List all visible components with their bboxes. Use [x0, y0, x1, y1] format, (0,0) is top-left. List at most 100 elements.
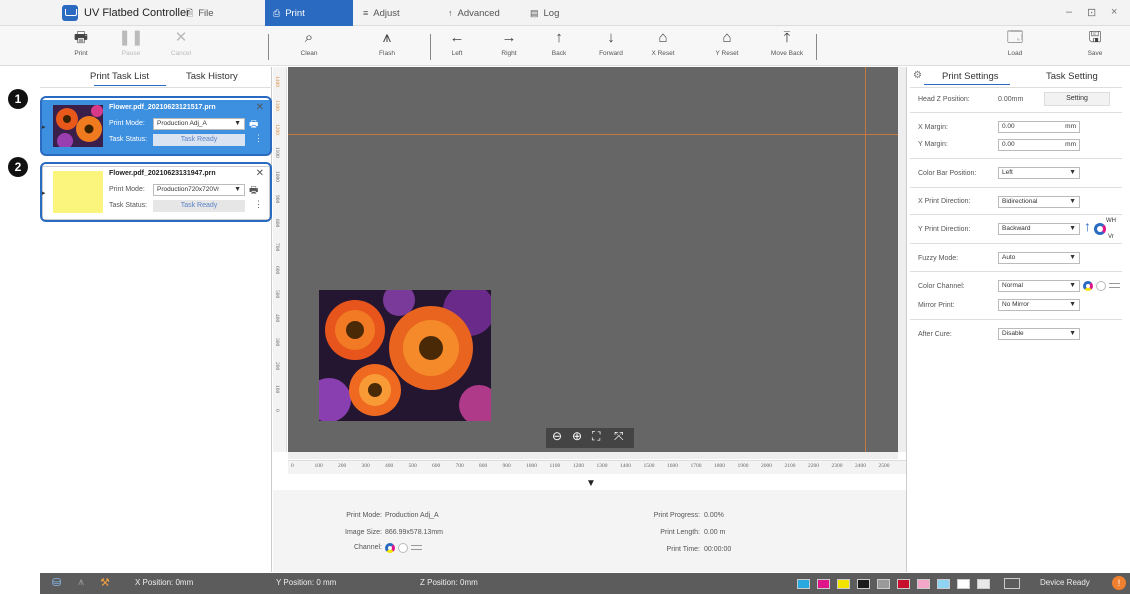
vertical-scrollbar[interactable] — [898, 67, 906, 452]
maximize-button[interactable]: ⊡ — [1087, 6, 1096, 19]
info-label: Image Size: — [345, 529, 382, 536]
wh-label: WH — [1106, 218, 1116, 224]
y-margin-input[interactable]: 0.00 mm — [998, 139, 1080, 151]
z-position: Z Position: 0mm — [420, 578, 478, 587]
preview-image[interactable] — [319, 290, 491, 421]
after-cure-select[interactable]: Disable ▼ — [998, 328, 1080, 340]
arrow-up-icon: ↑ — [555, 29, 563, 46]
chevron-down-icon: ▼ — [1069, 169, 1076, 176]
menu-adjust[interactable]: ≡ Adjust — [355, 0, 435, 26]
info-label: Print Time: — [666, 546, 700, 553]
save-icon: 🖫 — [1088, 29, 1102, 46]
move-back-button[interactable]: ⤒ Move Back — [762, 26, 812, 66]
ruler-tick-label: 2100 — [784, 463, 796, 469]
load-button[interactable]: 🗔 Load — [990, 26, 1040, 66]
horizontal-scrollbar[interactable] — [288, 452, 898, 459]
ink-swatch — [837, 579, 850, 589]
clean-button[interactable]: ⌕ Clean — [284, 26, 334, 66]
tab-task-setting[interactable]: Task Setting — [1046, 71, 1098, 82]
menu-advanced[interactable]: ↑ Advanced — [440, 0, 520, 26]
menu-file[interactable]: 🗎 File — [178, 0, 250, 26]
ink-swatch — [977, 579, 990, 589]
forward-button[interactable]: ↓ Forward — [586, 26, 636, 66]
menu-log[interactable]: ▤ Log — [522, 0, 582, 26]
color-channel-select[interactable]: Normal ▼ — [998, 280, 1080, 292]
ink-swatch — [857, 579, 870, 589]
mirror-print-select[interactable]: No Mirror ▼ — [998, 299, 1080, 311]
tab-print-task-list[interactable]: Print Task List — [90, 71, 149, 82]
ruler-tick-label: 1600 — [667, 463, 678, 469]
ruler-tick-label: 1700 — [690, 463, 702, 469]
white-channel-icon[interactable] — [1096, 281, 1106, 291]
alert-icon[interactable]: ! — [1112, 576, 1126, 590]
close-button[interactable]: × — [1111, 6, 1117, 18]
varnish-channel-icon[interactable] — [1109, 283, 1120, 288]
ruler-tick-label: 100 — [274, 385, 280, 394]
section-divider — [910, 319, 1122, 320]
fit-screen-icon[interactable]: ⛶ — [592, 429, 600, 444]
pause-icon: ❚❚ — [118, 29, 144, 46]
x-reset-button[interactable]: ⌂ X Reset — [638, 26, 688, 66]
move-back-icon: ⤒ — [783, 29, 791, 46]
mirror-print-label: Mirror Print: — [918, 302, 955, 309]
right-button[interactable]: → Right — [484, 26, 534, 66]
fuzzy-mode-select[interactable]: Auto ▼ — [998, 252, 1080, 264]
ruler-tick-label: 2300 — [831, 463, 843, 469]
cancel-button[interactable]: ✕ Cancel — [156, 26, 206, 66]
ruler-tick-label: 2200 — [808, 463, 819, 469]
ruler-tick-label: 300 — [274, 337, 280, 347]
flash-icon: ⩚ — [382, 29, 392, 46]
head-z-label: Head Z Position: — [918, 96, 970, 103]
zoom-in-icon[interactable]: ⊕ — [572, 429, 582, 443]
color-bar-select[interactable]: Left ▼ — [998, 167, 1080, 179]
file-icon: 🗎 — [186, 8, 194, 18]
callout-frame — [40, 162, 272, 222]
ruler-tick-label: 400 — [385, 463, 394, 469]
ruler-tick-label: 2400 — [855, 463, 866, 469]
actual-size-icon[interactable]: ⤧ — [614, 429, 624, 444]
chevron-down-icon: ▼ — [1069, 225, 1076, 232]
color-channel-icon[interactable] — [1083, 281, 1093, 291]
left-button[interactable]: ← Left — [432, 26, 482, 66]
y-reset-button[interactable]: ⌂ Y Reset — [702, 26, 752, 66]
flash-button[interactable]: ⩚ Flash — [362, 26, 412, 66]
ruler-tick-label: 1900 — [737, 463, 749, 469]
ruler-tick-label: 1100 — [549, 463, 561, 469]
ink-swatch — [937, 579, 950, 589]
clean-icon: ⌕ — [304, 29, 314, 46]
ruler-tick-label: 500 — [408, 463, 417, 469]
tab-print-settings[interactable]: Print Settings — [942, 71, 999, 82]
menu-print[interactable]: ⎙ Print — [265, 0, 353, 26]
info-print-progress: 0.00% — [704, 512, 724, 519]
back-button[interactable]: ↑ Back — [534, 26, 584, 66]
collapse-panel-icon[interactable]: ▼ — [586, 478, 596, 489]
setting-button[interactable]: Setting — [1044, 92, 1110, 106]
y-direction-select[interactable]: Backward ▼ — [998, 223, 1080, 235]
arrow-down-icon: ↓ — [607, 29, 615, 46]
ruler-tick-label: 1200 — [573, 463, 584, 469]
ruler-tick-label: 200 — [338, 463, 347, 469]
info-image-size: 866.99x578.13mm — [385, 529, 443, 536]
info-print-mode: Production Adj_A — [385, 512, 439, 519]
ink-swatch — [917, 579, 930, 589]
x-direction-select[interactable]: Bidirectional ▼ — [998, 196, 1080, 208]
y-position: Y Position: 0 mm — [276, 578, 337, 587]
print-button[interactable]: 🖶 Print — [56, 26, 106, 66]
ruler-tick-label: 1300 — [596, 463, 608, 469]
gear-icon[interactable]: ⚙ — [913, 70, 922, 81]
zoom-out-icon[interactable]: ⊖ — [552, 429, 562, 443]
pause-button[interactable]: ❚❚ Pause — [106, 26, 156, 66]
x-margin-input[interactable]: 0.00 mm — [998, 121, 1080, 133]
ruler-tick-label: 800 — [274, 218, 280, 228]
save-button[interactable]: 🖫 Save — [1070, 26, 1120, 66]
advanced-icon: ↑ — [448, 8, 453, 18]
adjust-icon: ≡ — [363, 8, 369, 18]
zoom-toolbar: ⊖ ⊕ ⛶ ⤧ — [546, 428, 634, 448]
tab-task-history[interactable]: Task History — [186, 71, 238, 82]
ruler-tick-label: 1400 — [274, 76, 280, 87]
x-position: X Position: 0mm — [135, 578, 194, 587]
info-print-time: 00:00:00 — [704, 546, 732, 553]
minimize-button[interactable]: – — [1066, 6, 1072, 18]
ruler-tick-label: 1000 — [526, 463, 537, 469]
ruler-tick-label: 0 — [291, 463, 294, 469]
